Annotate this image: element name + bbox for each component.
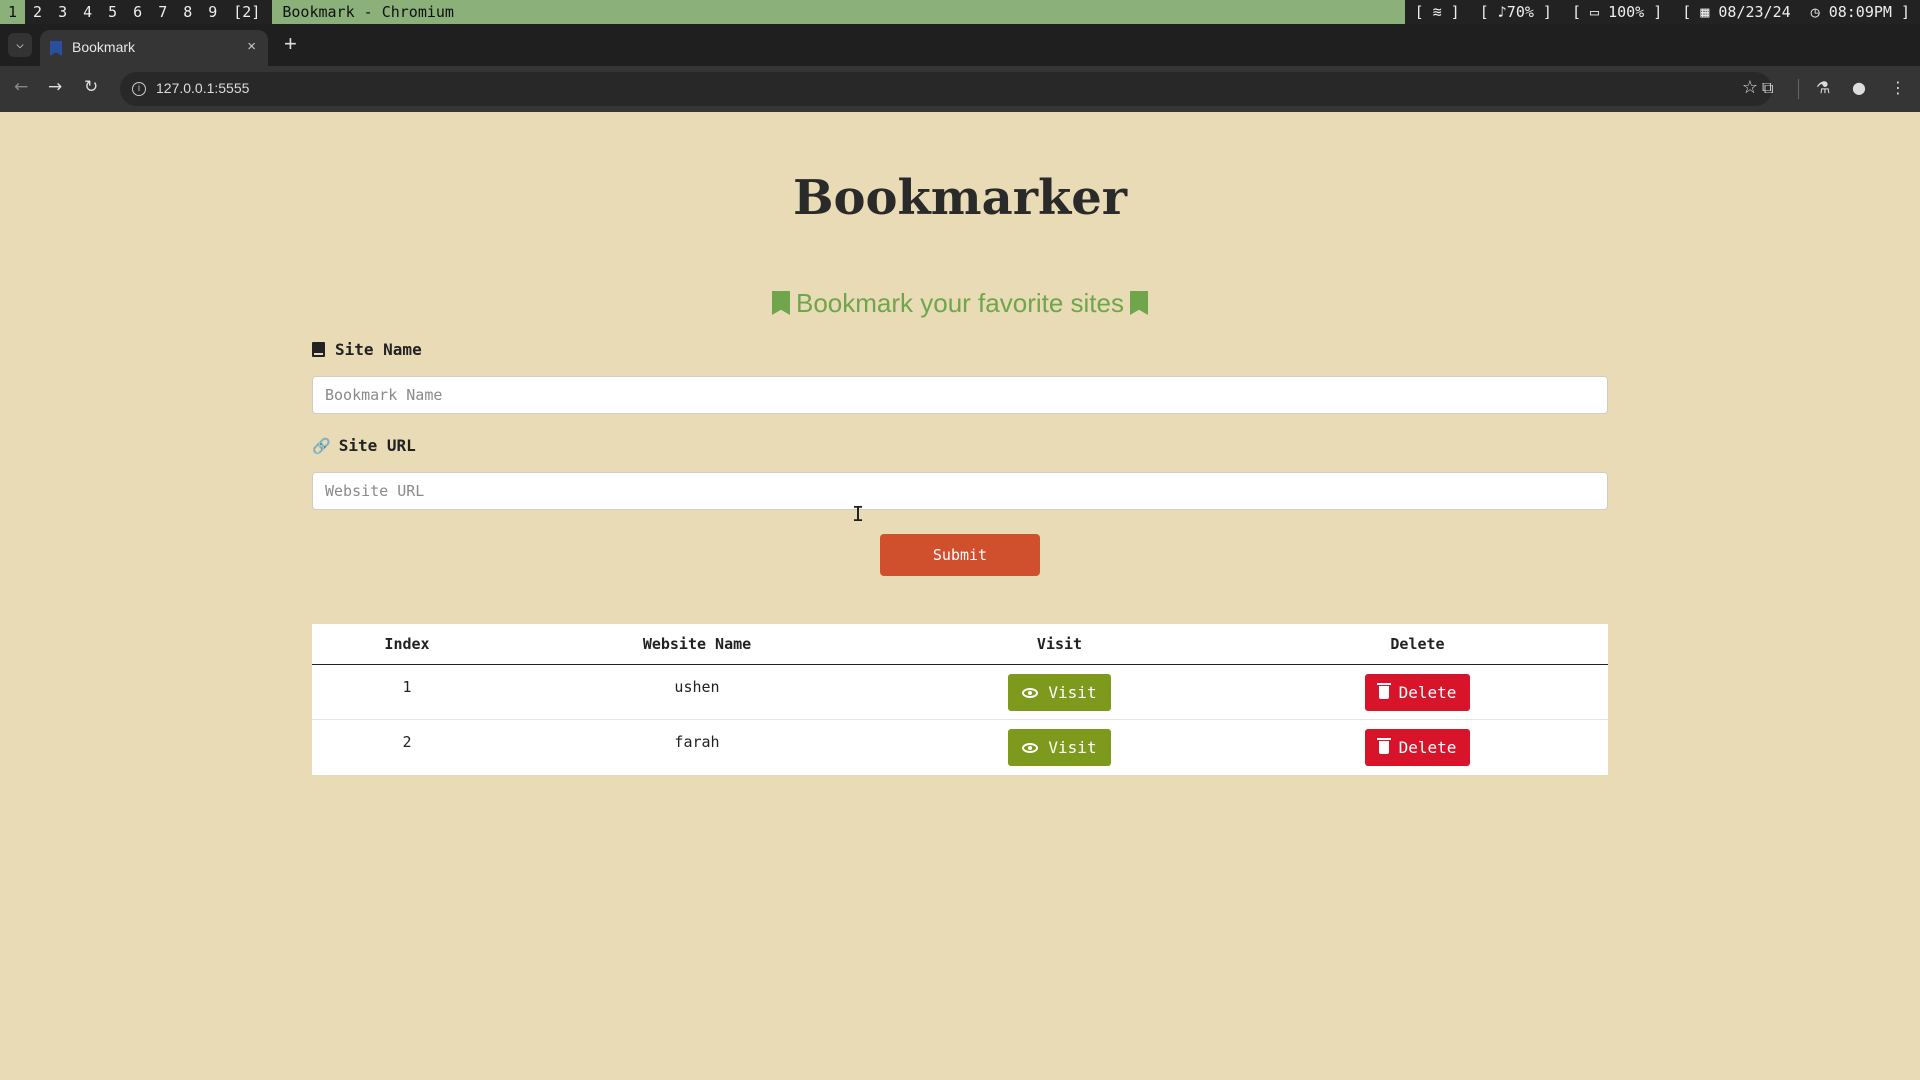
row-website-name: ushen: [674, 678, 720, 696]
profile-icon[interactable]: ●: [1852, 78, 1866, 97]
text-cursor-icon: I: [852, 502, 865, 526]
browser-toolbar: ← → ↻ i 127.0.0.1:5555 ☆ ⧉ ⚗ ● ⋮: [0, 66, 1920, 112]
bookmark-star-icon[interactable]: ☆: [1742, 77, 1758, 98]
page-content: Bookmarker Bookmark your favorite sites …: [0, 112, 1920, 1080]
menu-icon[interactable]: ⋮: [1890, 78, 1906, 97]
volume-status: [ ♪70% ]: [1469, 0, 1562, 24]
wifi-status: [ ≋ ]: [1404, 0, 1470, 24]
bookmark-icon: [771, 291, 790, 315]
time-status: ◷ 08:09PM ]: [1800, 0, 1920, 24]
workspace-9[interactable]: 9: [200, 0, 225, 24]
trash-icon: [1376, 738, 1391, 754]
site-url-input[interactable]: [312, 472, 1608, 510]
table-header-row: Index Website Name Visit Delete: [312, 624, 1608, 665]
tab-title: Bookmark: [72, 39, 136, 55]
url-text[interactable]: 127.0.0.1:5555: [156, 80, 249, 96]
visit-button-label: Visit: [1048, 738, 1097, 757]
delete-button-label: Delete: [1398, 683, 1457, 702]
site-name-input[interactable]: [312, 376, 1608, 414]
workspace-4[interactable]: 4: [75, 0, 100, 24]
header-visit: Visit: [1036, 635, 1083, 653]
tab-bookmark[interactable]: Bookmark ×: [40, 30, 268, 66]
visit-cell: Visit: [892, 720, 1227, 766]
eye-icon: [1022, 688, 1039, 698]
workspace-5[interactable]: 5: [100, 0, 125, 24]
bookmark-icon: [1130, 291, 1148, 315]
system-status-bar: 1 2 3 4 5 6 7 8 9 [2] Bookmark - Chromiu…: [0, 0, 1920, 24]
labs-icon[interactable]: ⚗: [1816, 78, 1830, 97]
row-index: 1: [402, 678, 412, 696]
visit-cell: Visit: [892, 665, 1227, 711]
new-tab-button[interactable]: +: [284, 33, 297, 55]
book-icon: [312, 342, 325, 357]
workspace-7[interactable]: 7: [150, 0, 175, 24]
header-index: Index: [384, 635, 430, 653]
page-subtitle: Bookmark your favorite sites: [0, 288, 1920, 319]
workspace-1[interactable]: 1: [0, 0, 26, 24]
trash-icon: [1376, 683, 1391, 699]
window-title: Bookmark - Chromium: [272, 0, 1405, 24]
tab-close-icon[interactable]: ×: [247, 38, 256, 55]
toolbar-divider: [1798, 79, 1799, 99]
header-delete: Delete: [1390, 635, 1445, 653]
tab-strip: ⌵ Bookmark × +: [0, 24, 1920, 66]
site-info-icon[interactable]: i: [132, 82, 146, 96]
submit-button[interactable]: Submit: [880, 534, 1040, 576]
visit-button[interactable]: Visit: [1008, 674, 1111, 711]
back-icon[interactable]: ←: [14, 77, 28, 97]
workspace-2[interactable]: 2: [25, 0, 50, 24]
address-bar[interactable]: i 127.0.0.1:5555 ☆: [120, 72, 1772, 106]
delete-button[interactable]: Delete: [1364, 729, 1471, 766]
page-title: Bookmarker: [792, 170, 1128, 226]
site-url-label: 🔗 Site URL: [312, 436, 416, 455]
delete-cell: Delete: [1227, 665, 1608, 711]
delete-button-label: Delete: [1398, 738, 1457, 757]
row-index: 2: [402, 733, 412, 751]
link-icon: 🔗: [312, 437, 331, 455]
visit-button[interactable]: Visit: [1008, 729, 1111, 766]
battery-status: [ ▭ 100% ]: [1561, 0, 1673, 24]
workspace-8[interactable]: 8: [175, 0, 200, 24]
delete-button[interactable]: Delete: [1364, 674, 1471, 711]
bookmarks-table: Index Website Name Visit Delete 1 ushen …: [312, 624, 1608, 775]
subtitle-text: Bookmark your favorite sites: [795, 288, 1124, 318]
extensions-icon[interactable]: ⧉: [1762, 78, 1773, 98]
site-name-label-text: Site Name: [335, 340, 422, 359]
tab-search-icon[interactable]: ⌵: [8, 33, 32, 57]
eye-icon: [1022, 743, 1039, 753]
site-url-label-text: Site URL: [338, 436, 416, 455]
table-row: 1 ushen Visit Delete: [312, 665, 1608, 720]
workspace-6[interactable]: 6: [125, 0, 150, 24]
workspace-3[interactable]: 3: [50, 0, 75, 24]
row-website-name: farah: [674, 733, 720, 751]
site-name-label: Site Name: [312, 340, 422, 359]
header-website-name: Website Name: [642, 635, 752, 653]
visit-button-label: Visit: [1048, 683, 1097, 702]
table-row: 2 farah Visit Delete: [312, 720, 1608, 775]
delete-cell: Delete: [1227, 720, 1608, 766]
forward-icon[interactable]: →: [48, 77, 62, 97]
bookmark-favicon-icon: [50, 41, 62, 56]
date-status: [ ▦ 08/23/24: [1672, 0, 1801, 24]
reload-icon[interactable]: ↻: [84, 77, 98, 97]
workspace-scratch[interactable]: [2]: [225, 0, 268, 24]
